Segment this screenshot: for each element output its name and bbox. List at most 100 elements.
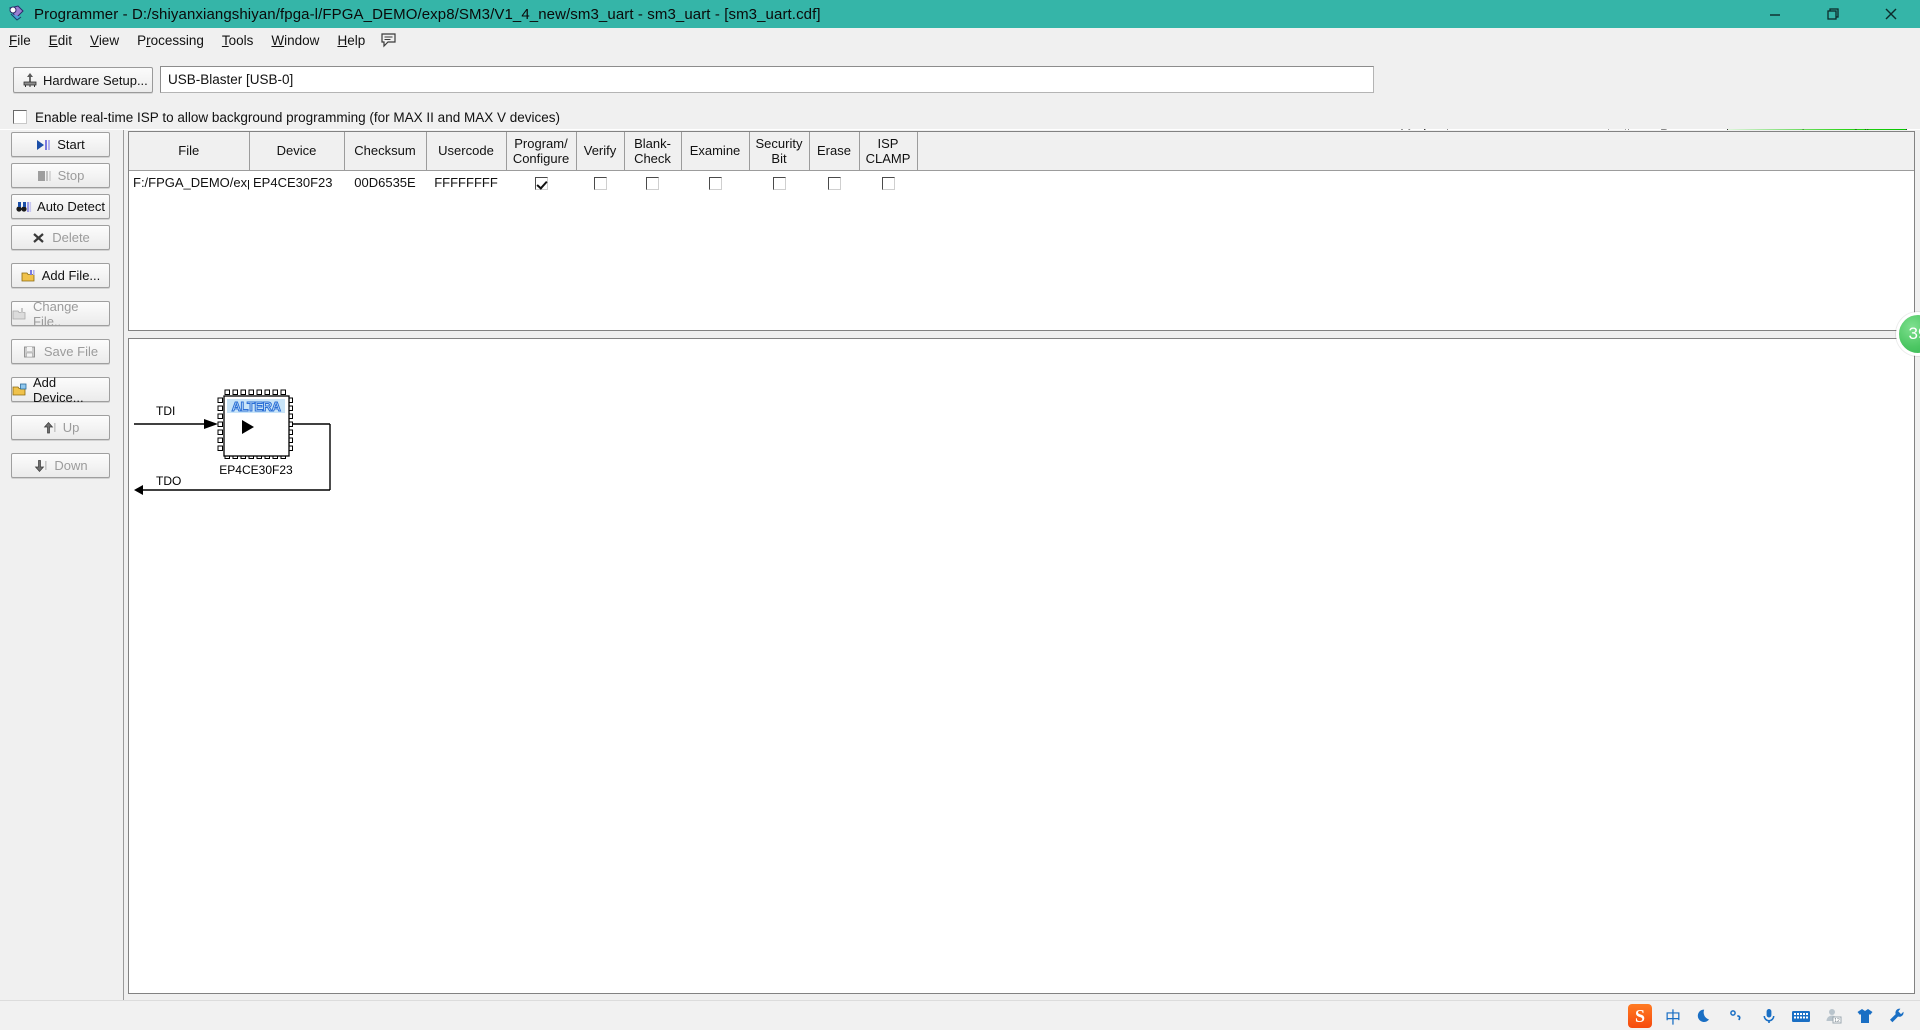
move-down-label: Down [54,458,87,473]
microphone-icon[interactable] [1758,1005,1780,1027]
add-device-label: Add Device... [33,375,109,405]
stop-button[interactable]: Stop [11,163,110,188]
stop-icon [37,169,53,183]
hardware-cable-field[interactable]: USB-Blaster [USB-0] [160,66,1374,93]
skin-shirt-icon[interactable] [1854,1005,1876,1027]
chip-logo-text: ALTERA [232,399,282,414]
close-button[interactable] [1862,0,1920,28]
cell-checksum: 00D6535E [344,170,426,194]
move-up-button[interactable]: Up [11,415,110,440]
change-file-icon [12,307,28,321]
realtime-isp-label: Enable real-time ISP to allow background… [35,110,560,125]
col-usercode[interactable]: Usercode [426,132,506,170]
notification-badge-count: 39 [1909,324,1920,344]
cell-verify[interactable] [576,170,624,194]
col-program-configure[interactable]: Program/Configure [506,132,576,170]
tdo-label: TDO [156,474,181,488]
hardware-setup-label: Hardware Setup... [43,73,148,88]
delete-icon [31,231,47,245]
col-verify[interactable]: Verify [576,132,624,170]
table-row[interactable]: F:/FPGA_DEMO/exp8... EP4CE30F23 00D6535E… [129,170,1914,194]
action-sidebar: Start Stop Auto Detect Delete Add File.. [0,130,124,1000]
cell-device: EP4CE30F23 [249,170,344,194]
punctuation-icon[interactable] [1726,1005,1748,1027]
isp-clamp-checkbox[interactable] [882,177,895,190]
window-controls [1746,0,1920,28]
chinese-mode-icon[interactable]: 中 [1662,1005,1684,1027]
program-configure-checkbox[interactable] [535,177,548,190]
col-device[interactable]: Device [249,132,344,170]
tdo-arrow [134,485,143,495]
add-file-button[interactable]: Add File... [11,263,110,288]
arrow-down-icon [33,459,49,473]
delete-label: Delete [52,230,90,245]
system-tray: S 中 [1628,1001,1908,1031]
col-filler [917,132,1914,170]
chip-device-label: EP4CE30F23 [219,463,293,477]
jtag-chain-diagram: ALTERA EP4CE30F23 TDI TDO [129,339,549,559]
stop-label: Stop [58,168,85,183]
col-examine[interactable]: Examine [681,132,749,170]
cell-security-bit[interactable] [749,170,809,194]
change-file-label: Change File.. [33,299,109,329]
cell-examine[interactable] [681,170,749,194]
change-file-button[interactable]: Change File.. [11,301,110,326]
maximize-restore-button[interactable] [1804,0,1862,28]
speech-bubble-search-icon[interactable] [380,32,397,48]
start-button[interactable]: Start [11,132,110,157]
col-checksum[interactable]: Checksum [344,132,426,170]
cell-blank-check[interactable] [624,170,681,194]
security-bit-checkbox[interactable] [773,177,786,190]
erase-checkbox[interactable] [828,177,841,190]
keyboard-icon[interactable] [1790,1005,1812,1027]
menu-processing[interactable]: Processing [128,31,213,50]
realtime-isp-checkbox[interactable] [13,110,27,124]
menu-window[interactable]: Window [262,31,328,50]
taskbar: S 中 [0,1000,1920,1030]
delete-button[interactable]: Delete [11,225,110,250]
toolbar: Hardware Setup... USB-Blaster [USB-0] Mo… [0,53,1920,108]
tdi-arrow [204,419,218,429]
save-file-button[interactable]: Save File [11,339,110,364]
auto-detect-icon [16,200,32,214]
menu-help[interactable]: Help [328,31,374,50]
moon-icon[interactable] [1694,1005,1716,1027]
minimize-button[interactable] [1746,0,1804,28]
blank-check-checkbox[interactable] [646,177,659,190]
col-security-bit[interactable]: SecurityBit [749,132,809,170]
cell-erase[interactable] [809,170,859,194]
add-file-icon [21,269,37,283]
col-file[interactable]: File [129,132,249,170]
menu-view[interactable]: View [81,31,128,50]
sogou-logo-icon[interactable]: S [1628,1004,1652,1028]
toolbox-wrench-icon[interactable] [1886,1005,1908,1027]
menu-edit[interactable]: Edit [40,31,81,50]
cell-program-configure[interactable] [506,170,576,194]
move-down-button[interactable]: Down [11,453,110,478]
move-up-label: Up [63,420,80,435]
add-device-icon [12,383,28,397]
col-isp-clamp[interactable]: ISPCLAMP [859,132,917,170]
svg-text:12: 12 [1834,1018,1840,1024]
arrow-up-icon [42,421,58,435]
examine-checkbox[interactable] [709,177,722,190]
col-blank-check[interactable]: Blank-Check [624,132,681,170]
hardware-setup-button[interactable]: Hardware Setup... [13,67,153,93]
menu-tools[interactable]: Tools [213,31,263,50]
table-header-row: File Device Checksum Usercode Program/Co… [129,132,1914,170]
hardware-setup-icon [22,72,38,88]
realtime-isp-row: Enable real-time ISP to allow background… [0,105,1920,129]
device-table: File Device Checksum Usercode Program/Co… [129,132,1914,194]
col-erase[interactable]: Erase [809,132,859,170]
verify-checkbox[interactable] [594,177,607,190]
user-account-icon[interactable]: 12 [1822,1005,1844,1027]
add-device-button[interactable]: Add Device... [11,377,110,402]
auto-detect-button[interactable]: Auto Detect [11,194,110,219]
device-table-panel: File Device Checksum Usercode Program/Co… [128,131,1915,331]
menu-file[interactable]: File [0,31,40,50]
menu-bar: File Edit View Processing Tools Window H… [0,28,1920,53]
cell-isp-clamp[interactable] [859,170,917,194]
jtag-chain-diagram-panel[interactable]: ALTERA EP4CE30F23 TDI TDO [128,338,1915,994]
save-file-label: Save File [44,344,98,359]
window-title: Programmer - D:/shiyanxiangshiyan/fpga-l… [34,6,821,23]
